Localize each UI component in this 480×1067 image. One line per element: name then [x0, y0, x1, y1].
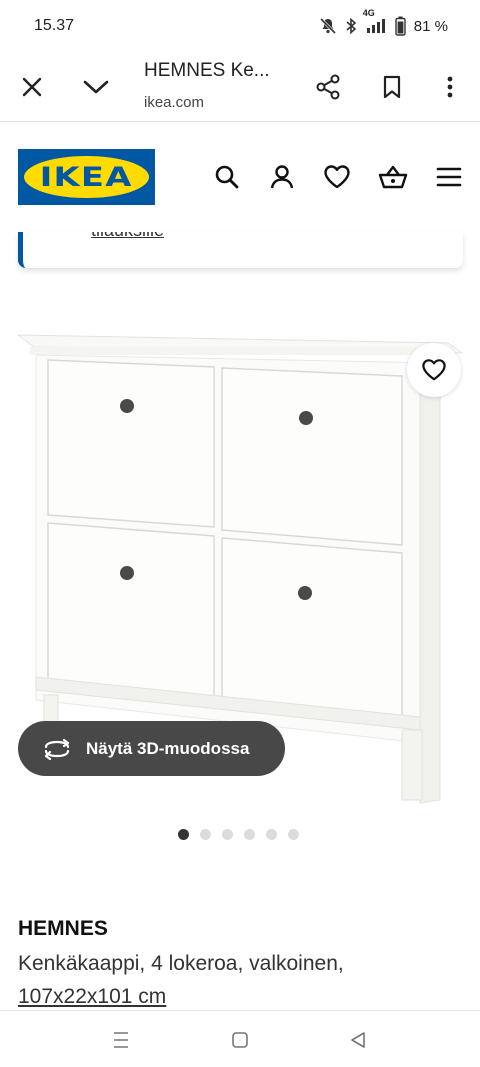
- back-button[interactable]: [345, 1027, 371, 1053]
- notice-card: tilauksille: [18, 232, 463, 268]
- battery-icon: [395, 16, 406, 36]
- site-header: IKEA: [0, 122, 480, 232]
- carousel-dot[interactable]: [288, 829, 299, 840]
- bookmark-icon: [383, 75, 401, 99]
- more-vertical-icon: [447, 76, 453, 98]
- menu-button[interactable]: [434, 162, 464, 192]
- carousel-dot[interactable]: [178, 829, 189, 840]
- product-name[interactable]: HEMNES: [18, 917, 108, 941]
- carousel-dot[interactable]: [266, 829, 277, 840]
- carousel-indicator: [178, 829, 299, 840]
- heart-icon: [422, 359, 446, 381]
- product-size-link[interactable]: 107x22x101 cm: [18, 985, 166, 1009]
- bookmark-button[interactable]: [372, 67, 412, 107]
- carousel-dot[interactable]: [200, 829, 211, 840]
- network-type: 4G: [362, 8, 375, 18]
- battery-percent: 81 %: [413, 17, 448, 35]
- bluetooth-icon: [345, 17, 357, 35]
- recent-apps-button[interactable]: [108, 1027, 134, 1053]
- share-button[interactable]: [308, 67, 348, 107]
- share-icon: [316, 74, 340, 100]
- notice-link[interactable]: tilauksille: [91, 232, 164, 241]
- carousel-dot[interactable]: [244, 829, 255, 840]
- search-button[interactable]: [212, 162, 242, 192]
- carousel-dot[interactable]: [222, 829, 233, 840]
- status-bar: 15.37 4G 81 %: [0, 0, 480, 52]
- status-icons: 4G 81 %: [319, 8, 448, 36]
- browser-toolbar: HEMNES Ke... ikea.com: [0, 52, 480, 122]
- close-tab-button[interactable]: [12, 67, 52, 107]
- rotate-3d-icon: [44, 738, 70, 760]
- ikea-logo[interactable]: IKEA: [18, 149, 155, 205]
- view-3d-label: Näytä 3D-muodossa: [86, 738, 250, 758]
- home-button[interactable]: [227, 1027, 253, 1053]
- logo-oval: IKEA: [24, 156, 149, 198]
- page-title: HEMNES Ke...: [144, 60, 270, 81]
- view-3d-button[interactable]: Näytä 3D-muodossa: [18, 721, 285, 776]
- user-icon: [270, 165, 294, 189]
- recent-apps-icon: [114, 1032, 128, 1048]
- system-nav-bar: [0, 1010, 480, 1067]
- cart-icon: [378, 165, 408, 189]
- status-time: 15.37: [34, 17, 75, 34]
- minimize-button[interactable]: [76, 67, 116, 107]
- add-to-favourites-button[interactable]: [407, 343, 461, 397]
- search-icon: [215, 165, 239, 189]
- more-options-button[interactable]: [430, 67, 470, 107]
- heart-icon: [324, 165, 350, 189]
- favourites-button[interactable]: [322, 162, 352, 192]
- page-url[interactable]: ikea.com: [144, 94, 204, 111]
- mute-icon: [319, 17, 337, 35]
- back-icon: [351, 1032, 365, 1048]
- chevron-down-icon: [83, 80, 109, 94]
- close-icon: [22, 77, 42, 97]
- cart-button[interactable]: [378, 162, 408, 192]
- home-icon: [232, 1032, 248, 1048]
- signal-icon: 4G: [363, 8, 387, 35]
- menu-icon: [436, 167, 462, 187]
- account-button[interactable]: [267, 162, 297, 192]
- logo-text: IKEA: [40, 161, 133, 193]
- product-description: Kenkäkaappi, 4 lokeroa, valkoinen,: [18, 952, 344, 975]
